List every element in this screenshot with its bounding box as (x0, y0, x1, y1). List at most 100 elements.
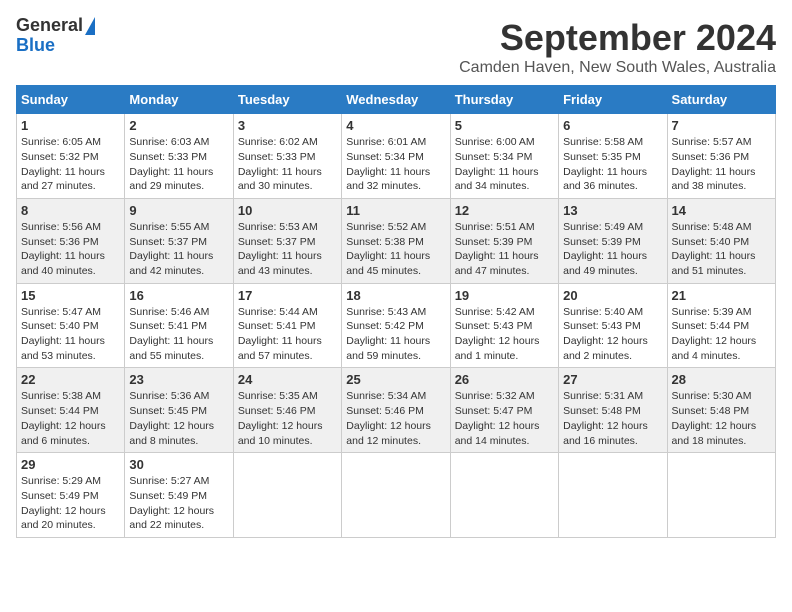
month-title: September 2024 (459, 16, 776, 59)
day-number: 29 (21, 457, 120, 472)
daylight-text: Daylight: 11 hours and 59 minutes. (346, 335, 430, 362)
calendar-week-row: 15 Sunrise: 5:47 AM Sunset: 5:40 PM Dayl… (17, 283, 776, 368)
day-number: 24 (238, 372, 337, 387)
logo: General Blue (16, 16, 95, 56)
daylight-text: Daylight: 12 hours and 10 minutes. (238, 420, 323, 447)
header-monday: Monday (125, 86, 233, 114)
daylight-text: Daylight: 11 hours and 42 minutes. (129, 250, 213, 277)
sunrise-text: Sunrise: 6:00 AM (455, 136, 535, 148)
sunrise-text: Sunrise: 5:47 AM (21, 306, 101, 318)
day-number: 27 (563, 372, 662, 387)
sunrise-text: Sunrise: 5:48 AM (672, 221, 752, 233)
calendar-cell (233, 453, 341, 538)
daylight-text: Daylight: 11 hours and 36 minutes. (563, 166, 647, 193)
daylight-text: Daylight: 12 hours and 8 minutes. (129, 420, 214, 447)
sunrise-text: Sunrise: 5:34 AM (346, 390, 426, 402)
header-row: Sunday Monday Tuesday Wednesday Thursday… (17, 86, 776, 114)
sunset-text: Sunset: 5:49 PM (129, 490, 207, 502)
day-number: 10 (238, 203, 337, 218)
sunrise-text: Sunrise: 6:02 AM (238, 136, 318, 148)
day-number: 20 (563, 288, 662, 303)
day-number: 26 (455, 372, 554, 387)
day-number: 19 (455, 288, 554, 303)
day-number: 2 (129, 118, 228, 133)
sunrise-text: Sunrise: 5:31 AM (563, 390, 643, 402)
header-saturday: Saturday (667, 86, 775, 114)
sunset-text: Sunset: 5:40 PM (21, 320, 99, 332)
daylight-text: Daylight: 11 hours and 32 minutes. (346, 166, 430, 193)
sunset-text: Sunset: 5:49 PM (21, 490, 99, 502)
day-number: 30 (129, 457, 228, 472)
header-wednesday: Wednesday (342, 86, 450, 114)
calendar-week-row: 29 Sunrise: 5:29 AM Sunset: 5:49 PM Dayl… (17, 453, 776, 538)
calendar-cell: 18 Sunrise: 5:43 AM Sunset: 5:42 PM Dayl… (342, 283, 450, 368)
daylight-text: Daylight: 12 hours and 6 minutes. (21, 420, 106, 447)
sunset-text: Sunset: 5:47 PM (455, 405, 533, 417)
calendar-cell: 14 Sunrise: 5:48 AM Sunset: 5:40 PM Dayl… (667, 198, 775, 283)
calendar-cell: 6 Sunrise: 5:58 AM Sunset: 5:35 PM Dayli… (559, 114, 667, 199)
sunset-text: Sunset: 5:33 PM (129, 151, 207, 163)
daylight-text: Daylight: 11 hours and 27 minutes. (21, 166, 105, 193)
calendar-cell: 30 Sunrise: 5:27 AM Sunset: 5:49 PM Dayl… (125, 453, 233, 538)
day-number: 14 (672, 203, 771, 218)
sunset-text: Sunset: 5:43 PM (455, 320, 533, 332)
daylight-text: Daylight: 12 hours and 18 minutes. (672, 420, 757, 447)
sunset-text: Sunset: 5:37 PM (129, 236, 207, 248)
daylight-text: Daylight: 12 hours and 2 minutes. (563, 335, 648, 362)
calendar-cell: 16 Sunrise: 5:46 AM Sunset: 5:41 PM Dayl… (125, 283, 233, 368)
daylight-text: Daylight: 11 hours and 30 minutes. (238, 166, 322, 193)
sunset-text: Sunset: 5:40 PM (672, 236, 750, 248)
calendar-cell (450, 453, 558, 538)
daylight-text: Daylight: 11 hours and 47 minutes. (455, 250, 539, 277)
day-number: 17 (238, 288, 337, 303)
calendar-cell: 20 Sunrise: 5:40 AM Sunset: 5:43 PM Dayl… (559, 283, 667, 368)
sunset-text: Sunset: 5:42 PM (346, 320, 424, 332)
sunset-text: Sunset: 5:46 PM (238, 405, 316, 417)
calendar-cell: 11 Sunrise: 5:52 AM Sunset: 5:38 PM Dayl… (342, 198, 450, 283)
day-number: 16 (129, 288, 228, 303)
logo-triangle-icon (85, 17, 95, 35)
calendar-cell (667, 453, 775, 538)
sunrise-text: Sunrise: 5:35 AM (238, 390, 318, 402)
sunrise-text: Sunrise: 5:27 AM (129, 475, 209, 487)
calendar-cell: 28 Sunrise: 5:30 AM Sunset: 5:48 PM Dayl… (667, 368, 775, 453)
calendar-cell: 10 Sunrise: 5:53 AM Sunset: 5:37 PM Dayl… (233, 198, 341, 283)
daylight-text: Daylight: 11 hours and 40 minutes. (21, 250, 105, 277)
sunset-text: Sunset: 5:41 PM (129, 320, 207, 332)
sunset-text: Sunset: 5:36 PM (672, 151, 750, 163)
sunset-text: Sunset: 5:34 PM (346, 151, 424, 163)
calendar-cell: 12 Sunrise: 5:51 AM Sunset: 5:39 PM Dayl… (450, 198, 558, 283)
day-number: 22 (21, 372, 120, 387)
title-area: September 2024 Camden Haven, New South W… (459, 16, 776, 77)
sunrise-text: Sunrise: 5:39 AM (672, 306, 752, 318)
calendar-cell: 23 Sunrise: 5:36 AM Sunset: 5:45 PM Dayl… (125, 368, 233, 453)
calendar-cell: 2 Sunrise: 6:03 AM Sunset: 5:33 PM Dayli… (125, 114, 233, 199)
daylight-text: Daylight: 11 hours and 34 minutes. (455, 166, 539, 193)
calendar-cell (342, 453, 450, 538)
calendar-cell: 5 Sunrise: 6:00 AM Sunset: 5:34 PM Dayli… (450, 114, 558, 199)
daylight-text: Daylight: 12 hours and 16 minutes. (563, 420, 648, 447)
sunset-text: Sunset: 5:34 PM (455, 151, 533, 163)
sunrise-text: Sunrise: 5:53 AM (238, 221, 318, 233)
logo-blue-text: Blue (16, 36, 55, 56)
daylight-text: Daylight: 12 hours and 1 minute. (455, 335, 540, 362)
sunrise-text: Sunrise: 6:01 AM (346, 136, 426, 148)
calendar-cell: 26 Sunrise: 5:32 AM Sunset: 5:47 PM Dayl… (450, 368, 558, 453)
day-number: 1 (21, 118, 120, 133)
daylight-text: Daylight: 12 hours and 14 minutes. (455, 420, 540, 447)
calendar-cell: 1 Sunrise: 6:05 AM Sunset: 5:32 PM Dayli… (17, 114, 125, 199)
calendar-cell: 13 Sunrise: 5:49 AM Sunset: 5:39 PM Dayl… (559, 198, 667, 283)
sunrise-text: Sunrise: 5:42 AM (455, 306, 535, 318)
day-number: 12 (455, 203, 554, 218)
sunrise-text: Sunrise: 5:38 AM (21, 390, 101, 402)
day-number: 7 (672, 118, 771, 133)
sunset-text: Sunset: 5:44 PM (672, 320, 750, 332)
sunrise-text: Sunrise: 5:49 AM (563, 221, 643, 233)
sunrise-text: Sunrise: 5:30 AM (672, 390, 752, 402)
day-number: 23 (129, 372, 228, 387)
calendar-cell: 9 Sunrise: 5:55 AM Sunset: 5:37 PM Dayli… (125, 198, 233, 283)
calendar-cell: 8 Sunrise: 5:56 AM Sunset: 5:36 PM Dayli… (17, 198, 125, 283)
sunset-text: Sunset: 5:35 PM (563, 151, 641, 163)
calendar-week-row: 22 Sunrise: 5:38 AM Sunset: 5:44 PM Dayl… (17, 368, 776, 453)
day-number: 9 (129, 203, 228, 218)
